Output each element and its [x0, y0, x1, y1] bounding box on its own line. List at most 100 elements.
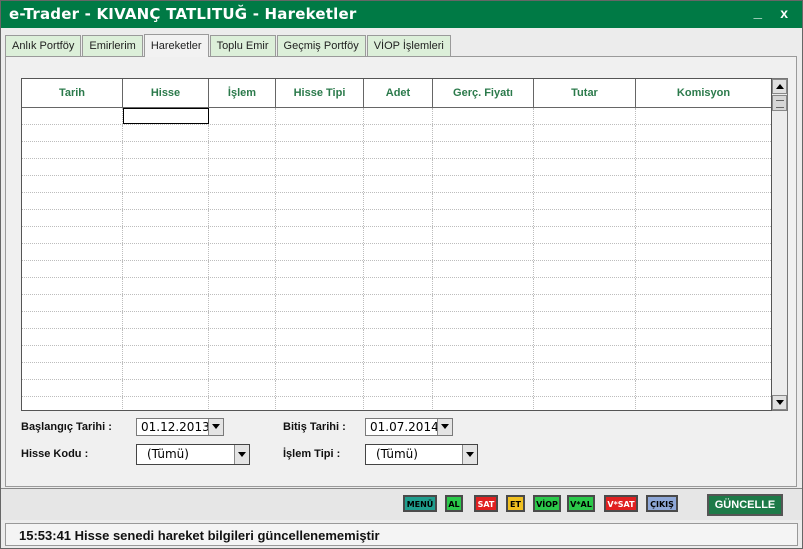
close-button[interactable]: x [780, 5, 788, 21]
table-cell[interactable] [636, 363, 771, 379]
table-cell[interactable] [364, 278, 433, 294]
table-cell[interactable] [636, 346, 771, 362]
column-header-tutar[interactable]: Tutar [534, 79, 636, 107]
table-cell[interactable] [123, 295, 209, 311]
transactions-table[interactable]: Tarih Hisse İşlem Hisse Tipi Adet Gerç. … [21, 78, 772, 411]
table-cell[interactable] [22, 244, 123, 260]
table-cell[interactable] [364, 329, 433, 345]
table-cell[interactable] [433, 329, 534, 345]
table-cell[interactable] [364, 176, 433, 192]
table-cell[interactable] [636, 261, 771, 277]
table-cell[interactable] [209, 295, 276, 311]
table-cell[interactable] [433, 295, 534, 311]
table-row[interactable] [22, 329, 771, 346]
column-header-adet[interactable]: Adet [364, 79, 433, 107]
table-cell[interactable] [209, 210, 276, 226]
table-cell[interactable] [276, 278, 364, 294]
table-cell[interactable] [276, 380, 364, 396]
table-cell[interactable] [534, 108, 636, 124]
tab-toplu-emir[interactable]: Toplu Emir [209, 35, 276, 57]
table-cell[interactable] [364, 193, 433, 209]
table-cell[interactable] [636, 210, 771, 226]
table-cell[interactable] [636, 278, 771, 294]
sell-button[interactable]: SAT [474, 495, 498, 512]
table-row[interactable] [22, 159, 771, 176]
table-cell[interactable] [534, 125, 636, 141]
table-row[interactable] [22, 108, 771, 125]
table-cell[interactable] [636, 159, 771, 175]
table-cell[interactable] [123, 142, 209, 158]
table-cell[interactable] [433, 176, 534, 192]
table-cell[interactable] [276, 244, 364, 260]
table-cell[interactable] [364, 227, 433, 243]
table-cell[interactable] [534, 193, 636, 209]
table-cell[interactable] [364, 261, 433, 277]
table-cell[interactable] [209, 176, 276, 192]
buy-button[interactable]: AL [445, 495, 463, 512]
table-cell[interactable] [209, 244, 276, 260]
tab-gecmis-portfoy[interactable]: Geçmiş Portföy [276, 35, 366, 57]
table-row[interactable] [22, 125, 771, 142]
table-cell[interactable] [123, 227, 209, 243]
table-cell[interactable] [433, 227, 534, 243]
table-row[interactable] [22, 142, 771, 159]
table-cell[interactable] [276, 193, 364, 209]
table-cell[interactable] [123, 261, 209, 277]
table-cell[interactable] [534, 363, 636, 379]
table-cell[interactable] [276, 227, 364, 243]
table-cell[interactable] [209, 346, 276, 362]
table-cell[interactable] [636, 227, 771, 243]
exit-button[interactable]: ÇIKIŞ [646, 495, 678, 512]
table-scrollbar[interactable] [772, 78, 788, 411]
table-cell[interactable] [209, 363, 276, 379]
table-cell[interactable] [433, 278, 534, 294]
table-cell[interactable] [123, 159, 209, 175]
tab-anlik-portfoy[interactable]: Anlık Portföy [5, 35, 82, 57]
table-cell[interactable] [22, 227, 123, 243]
table-cell[interactable] [209, 159, 276, 175]
menu-button[interactable]: MENÜ [403, 495, 437, 512]
table-cell[interactable] [276, 363, 364, 379]
table-row[interactable] [22, 278, 771, 295]
chevron-down-icon[interactable] [208, 419, 223, 435]
column-header-islem[interactable]: İşlem [209, 79, 276, 107]
column-header-hisse-tipi[interactable]: Hisse Tipi [276, 79, 364, 107]
chevron-down-icon[interactable] [234, 445, 249, 464]
table-cell[interactable] [636, 329, 771, 345]
table-cell[interactable] [276, 346, 364, 362]
table-row[interactable] [22, 176, 771, 193]
table-cell[interactable] [364, 108, 433, 124]
table-cell[interactable] [534, 227, 636, 243]
tab-emirlerim[interactable]: Emirlerim [82, 35, 143, 57]
table-cell[interactable] [364, 244, 433, 260]
table-cell[interactable] [123, 278, 209, 294]
table-cell[interactable] [123, 397, 209, 410]
scroll-down-arrow-icon[interactable] [772, 395, 787, 410]
table-cell[interactable] [276, 312, 364, 328]
chevron-down-icon[interactable] [437, 419, 452, 435]
table-cell[interactable] [364, 210, 433, 226]
table-row[interactable] [22, 346, 771, 363]
table-cell[interactable] [433, 346, 534, 362]
table-cell[interactable] [123, 380, 209, 396]
table-cell[interactable] [209, 397, 276, 410]
table-cell[interactable] [364, 312, 433, 328]
table-cell[interactable] [364, 397, 433, 410]
table-cell[interactable] [364, 295, 433, 311]
table-cell[interactable] [433, 193, 534, 209]
table-cell[interactable] [123, 312, 209, 328]
table-cell[interactable] [22, 363, 123, 379]
table-row[interactable] [22, 363, 771, 380]
table-cell[interactable] [433, 380, 534, 396]
table-cell[interactable] [636, 244, 771, 260]
table-cell[interactable] [276, 295, 364, 311]
table-cell[interactable] [209, 261, 276, 277]
minimize-button[interactable]: _ [754, 4, 762, 21]
table-cell[interactable] [276, 261, 364, 277]
table-cell[interactable] [636, 312, 771, 328]
table-cell[interactable] [433, 397, 534, 410]
table-cell[interactable] [534, 380, 636, 396]
table-cell[interactable] [22, 346, 123, 362]
table-cell[interactable] [534, 176, 636, 192]
title-bar[interactable]: e-Trader - KIVANÇ TATLITUĞ - Hareketler … [1, 1, 802, 28]
